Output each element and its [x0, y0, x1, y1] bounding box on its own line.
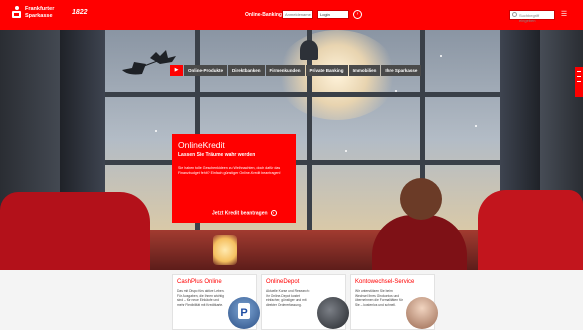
pillow-right — [478, 190, 583, 270]
login-username-input[interactable]: Anmeldename — [282, 10, 313, 19]
side-quick-links[interactable] — [575, 67, 583, 97]
promo-cta-link[interactable]: Jetzt Kredit beantragen › — [212, 210, 277, 216]
promo-title: OnlineKredit — [178, 140, 225, 150]
main-navigation: ▶ Online-Produkte Direktbanken Firmenkun… — [170, 65, 422, 76]
login-submit-button[interactable]: › — [353, 10, 362, 19]
nav-tab-firmenkunden[interactable]: Firmenkunden — [265, 65, 305, 76]
teaser-text: Das mit Dispo fürs aktive Leben. Für Aus… — [177, 289, 225, 307]
girl-head — [400, 178, 442, 220]
login-type-select[interactable]: Login — [317, 10, 349, 19]
top-header: Frankfurter Sparkasse 1822 Online-Bankin… — [0, 0, 583, 30]
teaser-text: Aktuelle Kurse und Research: Ihr Online-… — [266, 289, 310, 307]
nav-tab-ihre-sparkasse[interactable]: Ihre Sparkasse — [381, 65, 422, 76]
promo-body: Sie haben tolle Geschenkideen zu Weihnac… — [178, 166, 281, 175]
teaser-cashplus[interactable]: CashPlus Online Das mit Dispo fürs aktiv… — [172, 274, 260, 330]
parking-sign-image: P — [228, 297, 260, 329]
menu-icon: ☰ — [560, 11, 568, 18]
promo-subtitle: Lassen Sie Träume wahr werden — [178, 152, 256, 158]
sparkasse-s-icon — [12, 6, 21, 18]
teaser-title: OnlineDepot — [266, 279, 300, 285]
teaser-text: Wir unterstützen Sie beim Wechsel Ihres … — [355, 289, 403, 307]
nav-tab-immobilien[interactable]: Immobilien — [348, 65, 381, 76]
online-banking-label: Online-Banking — [245, 12, 282, 18]
hero-banner: ▶ Online-Produkte Direktbanken Firmenkun… — [0, 30, 583, 270]
promo-card-onlinekredit[interactable]: OnlineKredit Lassen Sie Träume wahr werd… — [172, 134, 296, 223]
nav-tab-direktbanken[interactable]: Direktbanken — [228, 65, 265, 76]
teaser-title: CashPlus Online — [177, 279, 222, 285]
teaser-onlinedepot[interactable]: OnlineDepot Aktuelle Kurse und Research:… — [261, 274, 349, 330]
cyclist-image — [317, 297, 349, 329]
arrow-right-icon: › — [270, 210, 277, 216]
svg-text:P: P — [240, 307, 247, 319]
nav-tab-private-banking[interactable]: Private Banking — [305, 65, 348, 76]
logo-line1: Frankfurter — [25, 6, 55, 12]
teaser-title: Kontowechsel-Service — [355, 279, 415, 285]
logo-sub-brand: 1822 — [72, 9, 88, 16]
nav-home-button[interactable]: ▶ — [170, 65, 183, 76]
bank-logo[interactable]: Frankfurter Sparkasse — [12, 6, 59, 19]
logo-line2: Sparkasse — [25, 12, 53, 19]
teaser-kontowechsel[interactable]: Kontowechsel-Service Wir unterstützen Si… — [350, 274, 438, 330]
search-placeholder: Suchbegriff eingeben — [519, 13, 540, 23]
pillow-left — [0, 192, 150, 270]
search-input[interactable]: Suchbegriff eingeben — [509, 10, 555, 23]
menu-button[interactable]: ☰ — [559, 10, 569, 20]
hanging-ornament — [300, 40, 318, 60]
logo-text: Frankfurter Sparkasse — [25, 6, 59, 19]
woman-portrait-image — [406, 297, 438, 329]
promo-cta-label: Jetzt Kredit beantragen — [212, 210, 268, 217]
play-icon: ▶ — [174, 67, 179, 73]
nav-tab-online-produkte[interactable]: Online-Produkte — [184, 65, 228, 76]
teaser-row: CashPlus Online Das mit Dispo fürs aktiv… — [0, 270, 583, 330]
candle-light — [213, 235, 237, 265]
search-icon — [512, 12, 517, 17]
